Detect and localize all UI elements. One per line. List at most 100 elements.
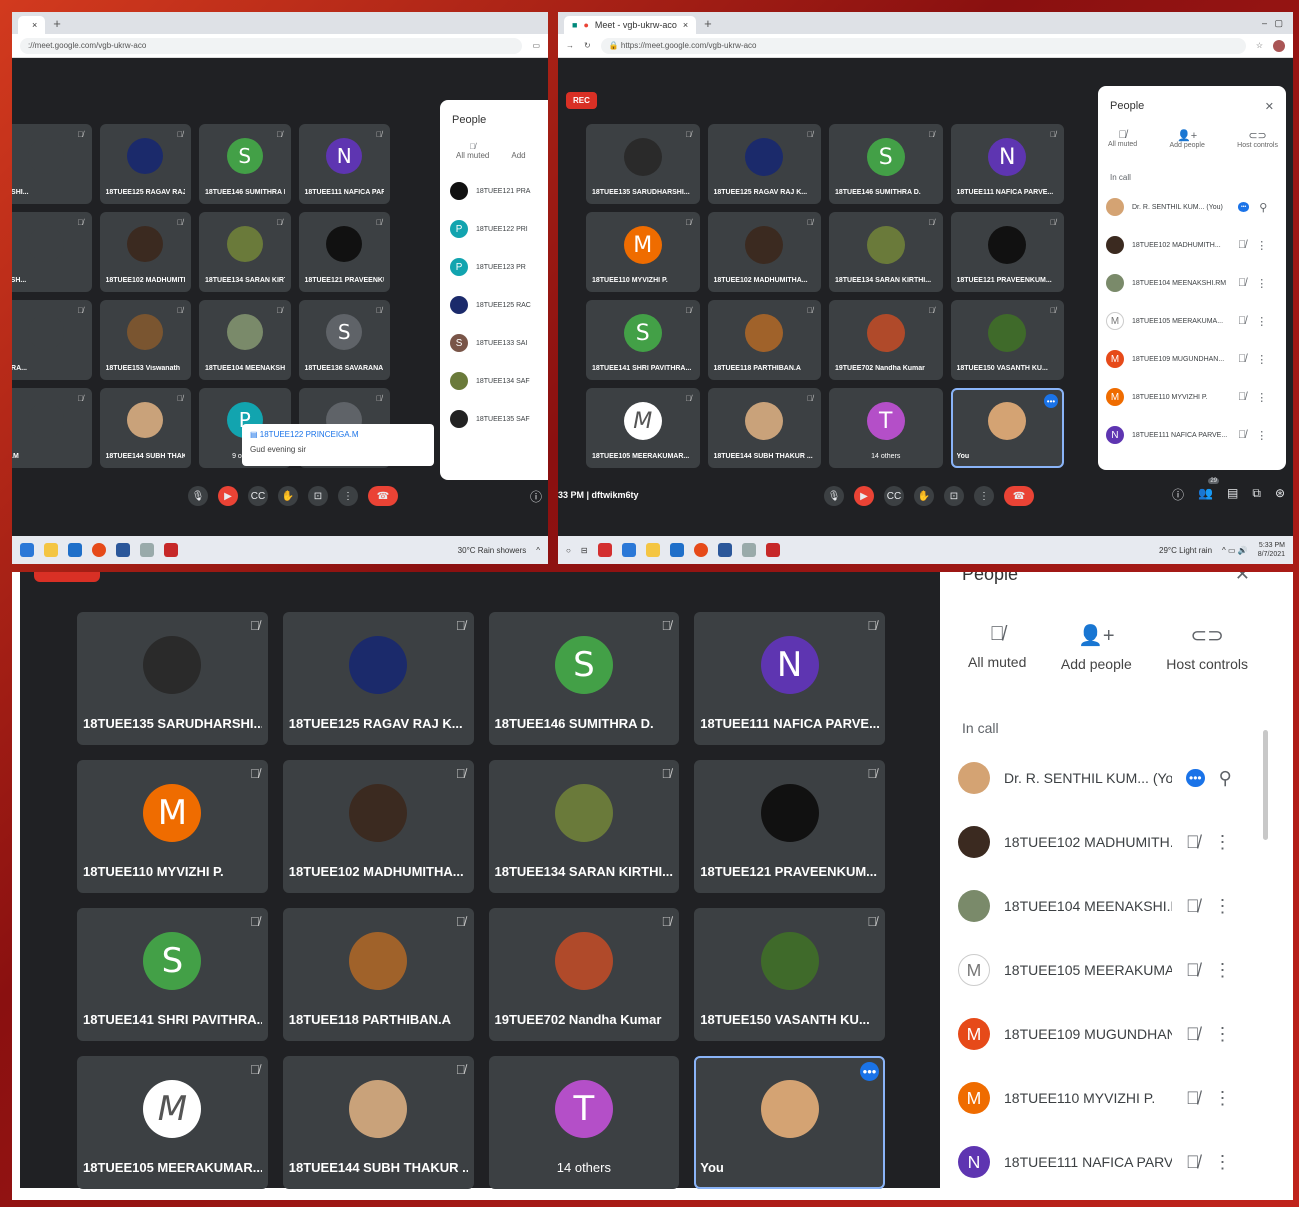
participant-row[interactable]: M 18TUEE105 MEERAKUMA... 🎙̸ ⋮	[1098, 302, 1286, 340]
participant-tile[interactable]: 18TUEE125 RAGAV RAJ K... 🎙̸	[282, 612, 474, 745]
participant-tile[interactable]: S 18TUEE146 SUMITHRA D. 🎙̸	[199, 124, 291, 204]
participant-tile[interactable]: 18TUEE134 SARAN KIRTHI... 🎙̸	[199, 212, 291, 292]
profile-icon[interactable]	[1273, 39, 1285, 52]
participant-tile[interactable]: 18TUEE118 PARTHIBAN.A 🎙̸	[707, 300, 821, 380]
more-options-icon[interactable]: •••	[1186, 769, 1205, 787]
participant-tile[interactable]: 18TUEE134 SARAN KIRTHI... 🎙̸	[829, 212, 943, 292]
tray-icons[interactable]: ^ ▭ 🔊	[1222, 546, 1248, 555]
more-vert-icon[interactable]: ⋮	[1256, 277, 1267, 290]
participant-tile[interactable]: A.M 🎙̸	[12, 388, 92, 468]
more-vert-icon[interactable]: ⋮	[1256, 391, 1267, 404]
participant-tile[interactable]: N 18TUEE111 NAFICA PARVE... 🎙̸	[950, 124, 1064, 204]
pin-icon[interactable]: ⚲	[1219, 768, 1232, 789]
participant-row[interactable]: 18TUEE102 MADHUMITH... 🎙̸ ⋮	[940, 810, 1276, 874]
more-options-icon[interactable]: •••	[860, 1062, 879, 1081]
participant-row[interactable]: S 18TUEE133 SAI	[440, 324, 548, 362]
participant-row[interactable]: N 18TUEE111 NAFICA PARVE... 🎙̸ ⋮	[940, 1130, 1276, 1188]
add-people-button[interactable]: Add	[511, 142, 525, 160]
file-explorer-icon[interactable]	[44, 543, 58, 557]
participant-tile[interactable]: 18TUEE150 VASANTH KU... 🎙̸	[950, 300, 1064, 380]
participant-tile[interactable]: M 18TUEE110 MYVIZHI P. 🎙̸	[77, 760, 268, 893]
chat-notification[interactable]: ▤ 18TUEE122 PRINCEIGA.M Gud evening sir	[242, 424, 434, 466]
chrome-icon[interactable]	[92, 543, 106, 557]
participant-tile[interactable]: 18TUEE121 PRAVEENKUM... 🎙̸	[298, 212, 390, 292]
app-icon[interactable]	[765, 543, 780, 557]
edge-icon[interactable]	[20, 543, 34, 557]
participant-row[interactable]: 18TUEE125 RAC	[440, 286, 548, 324]
participant-row[interactable]: M 18TUEE109 MUGUNDHAN... 🎙̸ ⋮	[1098, 340, 1286, 378]
participant-row[interactable]: 18TUEE121 PRA	[440, 172, 548, 210]
raise-hand-button[interactable]: ✋	[278, 486, 298, 506]
close-tab-icon[interactable]: ×	[683, 20, 688, 30]
info-icon[interactable]: ⓘ	[530, 488, 542, 505]
participant-tile[interactable]: ESH... 🎙̸	[12, 212, 92, 292]
participant-tile[interactable]: 18TUEE144 SUBH THAKUR ... 🎙̸	[99, 388, 191, 468]
participant-row[interactable]: M 18TUEE110 MYVIZHI P. 🎙̸ ⋮	[940, 1066, 1276, 1130]
participant-tile[interactable]: 18TUEE144 SUBH THAKUR ... 🎙̸	[707, 388, 821, 468]
participant-tile[interactable]: S 18TUEE146 SUMITHRA D. 🎙̸	[829, 124, 943, 204]
participant-tile[interactable]: 18TUEE135 SARUDHARSHI... 🎙̸	[586, 124, 700, 204]
more-options-button[interactable]: ⋮	[338, 486, 358, 506]
participant-row[interactable]: Dr. R. SENTHIL KUM... (You) ••• ⚲	[1098, 188, 1286, 226]
participant-row[interactable]: 18TUEE104 MEENAKSHI.RM 🎙̸ ⋮	[1098, 264, 1286, 302]
participant-row[interactable]: 18TUEE135 SAF	[440, 400, 548, 438]
host-controls-button[interactable]: ⊂⊃ Host controls	[1237, 129, 1278, 149]
more-vert-icon[interactable]: ⋮	[1214, 1024, 1232, 1045]
mail-icon[interactable]	[669, 543, 684, 557]
participant-tile[interactable]: 18TUEE125 RAGAV RAJ K... 🎙̸	[707, 124, 821, 204]
word-icon[interactable]	[717, 543, 732, 557]
captions-button[interactable]: CC	[884, 486, 904, 506]
participant-row[interactable]: Dr. R. SENTHIL KUM... (You) ••• ⚲	[940, 746, 1276, 810]
star-icon[interactable]: ☆	[1256, 41, 1263, 50]
participant-tile[interactable]: M 18TUEE110 MYVIZHI P. 🎙̸	[586, 212, 700, 292]
calculator-icon[interactable]	[140, 543, 154, 557]
participant-row[interactable]: 18TUEE102 MADHUMITH... 🎙̸ ⋮	[1098, 226, 1286, 264]
participant-tile[interactable]: 18TUEE121 PRAVEENKUM... 🎙̸	[950, 212, 1064, 292]
participant-tile[interactable]: 18TUEE102 MADHUMITHA... 🎙̸	[282, 760, 474, 893]
present-button[interactable]: ⊡	[308, 486, 328, 506]
calculator-icon[interactable]	[741, 543, 756, 557]
mail-icon[interactable]	[68, 543, 82, 557]
app-icon[interactable]	[597, 543, 612, 557]
file-explorer-icon[interactable]	[645, 543, 660, 557]
scrollbar[interactable]	[1263, 730, 1268, 840]
info-icon[interactable]: ⓘ	[1172, 486, 1184, 503]
more-options-icon[interactable]: •••	[1238, 202, 1250, 212]
new-tab-icon[interactable]: +	[53, 16, 61, 31]
more-vert-icon[interactable]: ⋮	[1214, 1088, 1232, 1109]
participant-row[interactable]: N 18TUEE111 NAFICA PARVE... 🎙̸ ⋮	[1098, 416, 1286, 454]
url-field[interactable]: 🔒 https://meet.google.com/vgb-ukrw-aco	[600, 37, 1246, 54]
lock-icon[interactable]: ⊛	[1275, 486, 1285, 503]
host-controls-button[interactable]: ⊂⊃ Host controls	[1166, 623, 1248, 672]
participant-row[interactable]: M 18TUEE110 MYVIZHI P. 🎙̸ ⋮	[1098, 378, 1286, 416]
add-people-button[interactable]: 👤+ Add people	[1061, 623, 1132, 672]
more-vert-icon[interactable]: ⋮	[1256, 429, 1267, 442]
all-muted-button[interactable]: 🎙̸ All muted	[456, 142, 489, 160]
camera-off-button[interactable]: ▶	[854, 486, 874, 506]
present-button[interactable]: ⊡	[944, 486, 964, 506]
word-icon[interactable]	[116, 543, 130, 557]
participant-tile[interactable]: N 18TUEE111 NAFICA PARVE... 🎙̸	[298, 124, 390, 204]
participant-tile[interactable]: 19TUEE702 Nandha Kumar 🎙̸	[488, 908, 680, 1041]
reload-icon[interactable]: ↻	[584, 41, 591, 50]
mic-button[interactable]: 🎙	[824, 486, 844, 506]
participant-row[interactable]: 18TUEE134 SAF	[440, 362, 548, 400]
participant-tile[interactable]: M 18TUEE105 MEERAKUMAR... 🎙̸	[586, 388, 700, 468]
participant-tile[interactable]: T 14 others	[488, 1056, 680, 1189]
end-call-button[interactable]: ☎	[1004, 486, 1034, 506]
browser-tab[interactable]: ■ ● Meet - vgb-ukrw-aco ×	[564, 16, 697, 34]
clock[interactable]: 5:33 PM 8/7/2021	[1258, 541, 1285, 559]
participant-tile[interactable]: S 18TUEE136 SAVARANA S 🎙̸	[298, 300, 390, 380]
pin-icon[interactable]: ⚲	[1259, 201, 1267, 214]
close-tab-icon[interactable]: ×	[32, 20, 37, 30]
participant-row[interactable]: P 18TUEE123 PR	[440, 248, 548, 286]
camera-off-button[interactable]: ▶	[218, 486, 238, 506]
browser-tab[interactable]: ×	[18, 16, 46, 34]
participant-tile[interactable]: RSHI... 🎙̸	[12, 124, 92, 204]
participant-tile[interactable]: N 18TUEE111 NAFICA PARVE... 🎙̸	[694, 612, 885, 745]
tray-chevron-icon[interactable]: ^	[536, 546, 540, 555]
participant-tile[interactable]: You •••	[694, 1056, 885, 1189]
people-icon[interactable]: 👥 29	[1198, 478, 1220, 503]
app-icon[interactable]	[164, 543, 178, 557]
participant-tile[interactable]: 18TUEE121 PRAVEENKUM... 🎙̸	[694, 760, 885, 893]
